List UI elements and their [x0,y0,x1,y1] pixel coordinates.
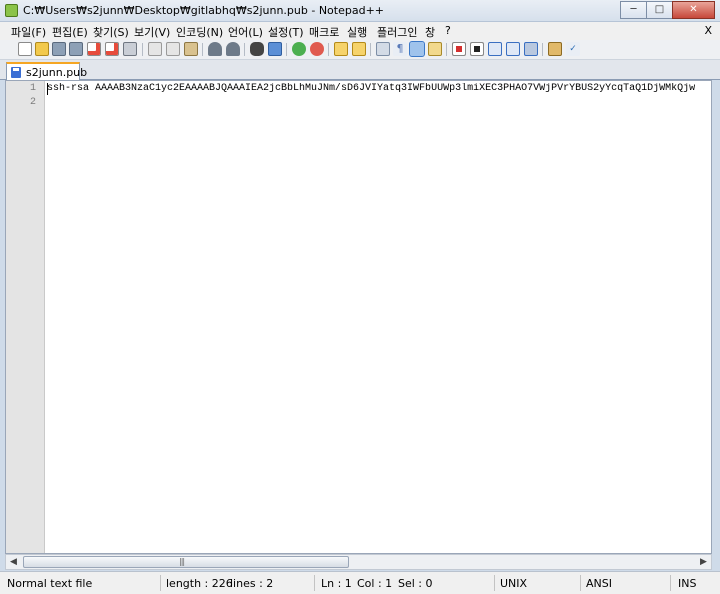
menu-bar: 파일(F) 편집(E) 찾기(S) 보기(V) 인코딩(N) 언어(L) 설정(… [0,22,720,40]
menu-language[interactable]: 언어(L) [228,24,263,40]
title-bar: C:₩Users₩s2junn₩Desktop₩gitlabhq₩s2junn.… [0,0,720,22]
record-macro-icon[interactable] [452,42,466,56]
monitor-icon[interactable] [548,42,562,56]
toolbar-separator [370,43,371,56]
zoom-in-icon[interactable] [292,42,306,56]
toolbar-separator [202,43,203,56]
new-file-icon[interactable] [18,42,32,56]
text-editor[interactable]: 1 2 ssh-rsa AAAAB3NzaC1yc2EAAAABJQAAAIEA… [5,80,712,554]
spellcheck-icon[interactable]: ✓ [566,42,580,56]
find-icon[interactable] [250,42,264,56]
menu-file[interactable]: 파일(F) [11,24,46,40]
user-lang-icon[interactable] [428,42,442,56]
close-icon[interactable] [87,42,101,56]
show-all-chars-icon[interactable]: ¶ [393,42,407,56]
undo-icon[interactable] [208,42,222,56]
toolbar-separator [328,43,329,56]
zoom-out-icon[interactable] [310,42,324,56]
line-number: 2 [29,97,36,108]
save-icon[interactable] [52,42,66,56]
menu-macro[interactable]: 매크로 [309,24,339,40]
scrollbar-grip-icon: ||| [179,557,185,566]
line-number: 1 [29,83,36,94]
menu-run[interactable]: 실행 [347,24,367,40]
run-macro-multiple-icon[interactable] [506,42,520,56]
toolbar-separator [446,43,447,56]
text-caret [47,83,48,95]
copy-icon[interactable] [166,42,180,56]
status-doc-type: Normal text file [7,577,93,590]
scroll-right-icon[interactable]: ▶ [696,555,711,569]
status-column: Col : 1 [357,577,393,590]
status-insert-mode[interactable]: INS [678,577,696,590]
status-bar: Normal text file length : 226 lines : 2 … [0,571,720,594]
window-controls: ─ □ ✕ [620,1,715,19]
open-file-icon[interactable] [35,42,49,56]
status-selection: Sel : 0 [398,577,433,590]
sync-vertical-icon[interactable] [334,42,348,56]
status-lines: lines : 2 [230,577,274,590]
status-separator [160,575,161,591]
close-document-button[interactable]: X [704,24,712,37]
menu-help[interactable]: ? [445,24,451,37]
cut-icon[interactable] [148,42,162,56]
scroll-left-icon[interactable]: ◀ [6,555,21,569]
status-line-number: Ln : 1 [321,577,352,590]
menu-search[interactable]: 찾기(S) [93,24,129,40]
maximize-button[interactable]: □ [646,1,673,19]
saved-state-icon [11,67,21,78]
paste-icon[interactable] [184,42,198,56]
stop-record-icon[interactable] [470,42,484,56]
menu-edit[interactable]: 편집(E) [52,24,88,40]
save-macro-icon[interactable] [524,42,538,56]
toolbar-separator [142,43,143,56]
status-separator [670,575,671,591]
indent-guide-icon[interactable] [409,41,425,57]
horizontal-scrollbar[interactable]: ◀ ||| ▶ [5,554,712,570]
toolbar-separator [244,43,245,56]
close-window-button[interactable]: ✕ [672,1,715,19]
menu-view[interactable]: 보기(V) [134,24,170,40]
close-all-icon[interactable] [105,42,119,56]
redo-icon[interactable] [226,42,240,56]
status-eol-format[interactable]: UNIX [500,577,527,590]
document-tab-label: s2junn.pub [26,66,88,79]
notepadpp-app-icon[interactable] [5,4,18,17]
status-length: length : 226 [166,577,233,590]
line-number-gutter: 1 2 [6,81,45,553]
sync-horizontal-icon[interactable] [352,42,366,56]
menu-encoding[interactable]: 인코딩(N) [176,24,223,40]
toolbar-separator [542,43,543,56]
save-all-icon[interactable] [69,42,83,56]
document-tab-bar: s2junn.pub [0,60,720,80]
document-tab[interactable]: s2junn.pub [6,62,87,80]
minimize-button[interactable]: ─ [620,1,647,19]
print-icon[interactable] [123,42,137,56]
window-title: C:₩Users₩s2junn₩Desktop₩gitlabhq₩s2junn.… [23,4,384,17]
menu-settings[interactable]: 설정(T) [268,24,304,40]
menu-plugins[interactable]: 플러그인 [377,24,417,40]
scrollbar-thumb[interactable]: ||| [23,556,349,568]
toolbar: ¶ ✓ [0,40,720,60]
word-wrap-icon[interactable] [376,42,390,56]
editor-line[interactable]: ssh-rsa AAAAB3NzaC1yc2EAAAABJQAAAIEA2jcB… [47,83,711,94]
status-separator [580,575,581,591]
replace-icon[interactable] [268,42,282,56]
status-encoding[interactable]: ANSI [586,577,612,590]
play-macro-icon[interactable] [488,42,502,56]
menu-window[interactable]: 창 [425,24,435,40]
toolbar-separator [286,43,287,56]
status-separator [314,575,315,591]
status-separator [494,575,495,591]
